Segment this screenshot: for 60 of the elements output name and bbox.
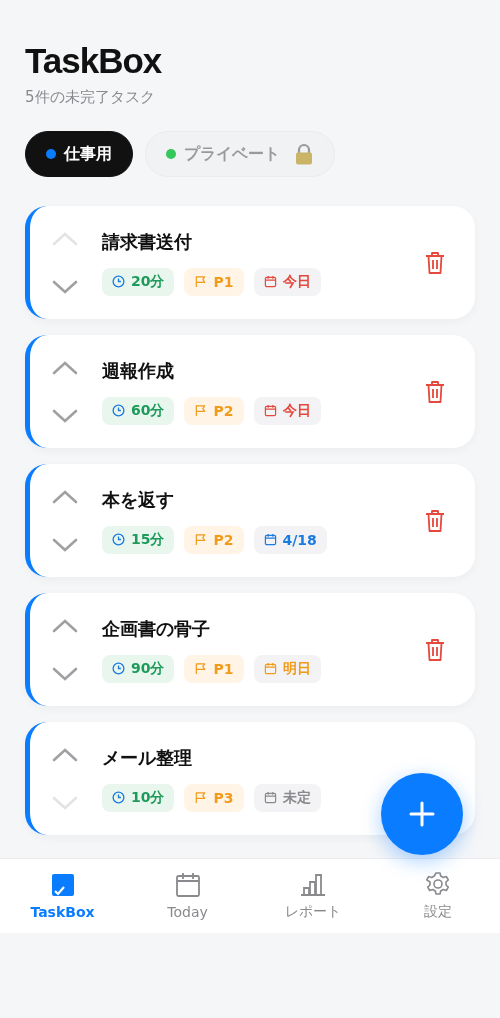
priority-tag: P1 xyxy=(184,654,244,683)
clock-icon xyxy=(112,791,125,804)
filter-chip[interactable]: プライベート xyxy=(145,131,335,177)
task-title: 本を返す xyxy=(102,487,175,512)
move-up-button[interactable] xyxy=(52,747,78,762)
calendar-icon xyxy=(263,404,277,417)
checkbox-icon xyxy=(49,872,76,898)
priority-tag: P2 xyxy=(184,396,244,425)
tab-bar-item[interactable]: レポート xyxy=(250,859,375,933)
duration-tag: 60分 xyxy=(102,396,175,425)
tab-bar-item[interactable]: TaskBox xyxy=(0,859,125,933)
tab-bar-item[interactable]: Today xyxy=(125,859,250,933)
task-title: 週報作成 xyxy=(102,358,175,383)
delete-icon[interactable] xyxy=(425,379,445,404)
due-date-tag: 4/18 xyxy=(253,525,327,554)
settings-icon xyxy=(424,871,451,897)
delete-icon[interactable] xyxy=(425,508,445,533)
clock-icon xyxy=(112,533,125,546)
calendar-icon xyxy=(263,662,277,675)
calendar-icon xyxy=(174,872,201,898)
move-down-button[interactable] xyxy=(52,666,78,681)
flag-icon xyxy=(194,791,208,804)
calendar-icon xyxy=(263,791,277,804)
app-title: TaskBox xyxy=(25,40,163,82)
duration-tag: 15分 xyxy=(102,525,175,554)
due-date-tag: 明日 xyxy=(253,654,321,683)
flag-icon xyxy=(194,275,208,288)
priority-tag: P3 xyxy=(184,783,244,812)
bar-chart-icon xyxy=(299,871,326,897)
tab-bar-item[interactable]: 設定 xyxy=(375,859,500,933)
priority-tag: P2 xyxy=(184,525,244,554)
move-down-button[interactable] xyxy=(52,537,78,552)
flag-icon xyxy=(194,662,208,675)
task-count: 5件の未完了タスク xyxy=(25,88,156,107)
delete-icon[interactable] xyxy=(425,637,445,662)
move-up-button[interactable] xyxy=(52,360,78,375)
plus-icon xyxy=(408,800,436,828)
clock-icon xyxy=(112,275,125,288)
clock-icon xyxy=(112,662,125,675)
move-down-button[interactable] xyxy=(52,408,78,423)
task-title: 企画書の骨子 xyxy=(102,616,211,641)
move-up-button[interactable] xyxy=(52,618,78,633)
task-title: メール整理 xyxy=(102,745,193,770)
clock-icon xyxy=(112,404,125,417)
due-date-tag: 今日 xyxy=(253,267,321,296)
flag-icon xyxy=(194,404,208,417)
task-title: 請求書送付 xyxy=(102,229,193,254)
due-date-tag: 今日 xyxy=(253,396,321,425)
move-down-button[interactable] xyxy=(52,279,78,294)
duration-tag: 90分 xyxy=(102,654,175,683)
filter-chip[interactable]: 仕事用 xyxy=(25,131,133,177)
duration-tag: 10分 xyxy=(102,783,175,812)
move-up-button[interactable] xyxy=(52,489,78,504)
delete-icon[interactable] xyxy=(425,250,445,275)
calendar-icon xyxy=(263,275,277,288)
priority-tag: P1 xyxy=(184,267,244,296)
flag-icon xyxy=(194,533,208,546)
calendar-icon xyxy=(263,533,277,546)
duration-tag: 20分 xyxy=(102,267,175,296)
due-date-tag: 未定 xyxy=(253,783,321,812)
